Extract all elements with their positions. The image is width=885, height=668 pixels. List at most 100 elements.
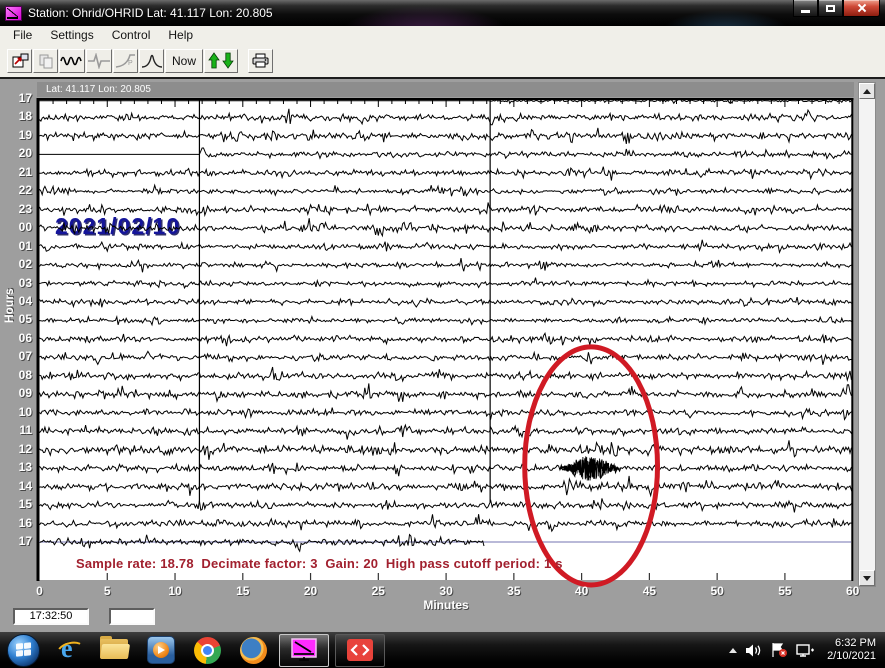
minute-tick-label: 45	[634, 584, 664, 598]
green-up-arrow-icon	[208, 52, 220, 69]
seismograph-app-icon	[291, 638, 317, 662]
minute-tick-label: 40	[567, 584, 597, 598]
volume-icon[interactable]	[745, 643, 762, 658]
copy-button[interactable]	[33, 49, 58, 73]
waveform-button[interactable]	[59, 49, 85, 73]
hour-tick-label: 16	[2, 516, 32, 530]
svg-text:P: P	[128, 60, 133, 67]
hour-tick-label: 00	[2, 220, 32, 234]
scrollbar-up-button[interactable]	[859, 83, 875, 99]
tray-clock[interactable]: 6:32 PM 2/10/2021	[827, 637, 876, 663]
action-center-flag-icon[interactable]	[770, 642, 788, 658]
hour-tick-label: 13	[2, 460, 32, 474]
hour-tick-label: 18	[2, 109, 32, 123]
menu-help[interactable]: Help	[159, 27, 202, 44]
maximize-button[interactable]	[818, 0, 843, 17]
chevron-down-icon	[863, 576, 871, 585]
hour-tick-label: 17	[2, 91, 32, 105]
minute-tick-label: 35	[499, 584, 529, 598]
acquisition-info-text: Sample rate: 18.78 Decimate factor: 3 Ga…	[76, 556, 563, 571]
print-button[interactable]	[248, 49, 273, 73]
folder-icon	[100, 639, 130, 661]
chevron-up-icon	[863, 85, 871, 94]
close-button[interactable]	[843, 0, 880, 17]
hour-tick-label: 10	[2, 405, 32, 419]
taskbar-internet-explorer[interactable]: e	[48, 633, 90, 667]
close-icon	[857, 3, 867, 13]
network-icon[interactable]	[796, 643, 815, 658]
minute-tick-label: 55	[770, 584, 800, 598]
hour-tick-label: 14	[2, 479, 32, 493]
open-file-icon	[11, 53, 29, 69]
title-bar[interactable]: Station: Ohrid/OHRID Lat: 41.117 Lon: 20…	[0, 0, 885, 26]
vertical-scrollbar[interactable]	[858, 82, 876, 587]
taskbar-media-player[interactable]	[140, 633, 182, 667]
minute-tick-label: 20	[296, 584, 326, 598]
minute-tick-label: 0	[25, 584, 55, 598]
scroll-updown-button[interactable]	[204, 49, 238, 73]
minute-tick-label: 10	[160, 584, 190, 598]
printer-icon	[251, 53, 270, 69]
hour-tick-label: 17	[2, 534, 32, 548]
minute-tick-label: 30	[431, 584, 461, 598]
menu-bar: File Settings Control Help	[0, 26, 885, 44]
hour-tick-label: 15	[2, 497, 32, 511]
hour-tick-label: 21	[2, 165, 32, 179]
window-title: Station: Ohrid/OHRID Lat: 41.117 Lon: 20…	[28, 6, 273, 20]
taskbar-chrome[interactable]	[186, 633, 228, 667]
chrome-icon	[194, 637, 221, 664]
toolbar: P Now	[0, 44, 885, 79]
now-button[interactable]: Now	[165, 49, 203, 73]
minimize-icon	[801, 10, 810, 13]
spectrum-icon	[141, 53, 163, 69]
menu-settings[interactable]: Settings	[41, 27, 102, 44]
filter-response-button[interactable]: P	[113, 49, 138, 73]
menu-control[interactable]: Control	[103, 27, 160, 44]
hour-tick-label: 23	[2, 202, 32, 216]
tray-time: 6:32 PM	[827, 637, 876, 650]
waveform-filtered-icon	[87, 53, 111, 69]
taskbar: e	[0, 632, 885, 668]
helicorder-plot[interactable]: 2021/02/102021/02/10	[0, 79, 885, 632]
minute-tick-label: 15	[228, 584, 258, 598]
minimize-button[interactable]	[793, 0, 818, 17]
copy-icon	[38, 53, 54, 69]
app-window: Station: Ohrid/OHRID Lat: 41.117 Lon: 20…	[0, 0, 885, 632]
hour-tick-label: 02	[2, 257, 32, 271]
minute-tick-label: 50	[702, 584, 732, 598]
hour-tick-label: 20	[2, 146, 32, 160]
start-button[interactable]	[2, 633, 44, 667]
scrollbar-down-button[interactable]	[859, 570, 875, 586]
hour-tick-label: 09	[2, 386, 32, 400]
hours-axis-label: Hours	[2, 288, 16, 323]
green-down-arrow-icon	[222, 52, 234, 69]
date-label: 2021/02/10	[55, 213, 180, 239]
tray-date: 2/10/2021	[827, 650, 876, 663]
menu-file[interactable]: File	[4, 27, 41, 44]
waveform-filtered-button[interactable]	[86, 49, 112, 73]
open-file-button[interactable]	[7, 49, 32, 73]
taskbar-file-explorer[interactable]	[94, 633, 136, 667]
start-time-field[interactable]: 17:32:50	[13, 608, 89, 625]
app-icon	[5, 6, 22, 21]
waveform-icon	[60, 53, 84, 69]
taskbar-firefox[interactable]	[232, 633, 274, 667]
maximize-icon	[826, 5, 835, 12]
minutes-axis-label: Minutes	[391, 598, 501, 612]
hour-tick-label: 12	[2, 442, 32, 456]
hidden-icons-button[interactable]	[729, 644, 737, 653]
system-tray: 6:32 PM 2/10/2021	[729, 632, 885, 668]
blank-field[interactable]	[109, 608, 155, 625]
filter-response-icon: P	[115, 53, 137, 69]
firefox-icon	[240, 637, 267, 664]
spectrum-button[interactable]	[139, 49, 164, 73]
internet-explorer-icon: e	[55, 636, 83, 664]
taskbar-anydesk[interactable]	[335, 634, 385, 667]
hour-tick-label: 22	[2, 183, 32, 197]
media-player-icon	[147, 636, 175, 664]
taskbar-seismograph-app-active[interactable]	[279, 634, 329, 667]
anydesk-icon	[345, 638, 375, 662]
hour-tick-label: 11	[2, 423, 32, 437]
minute-tick-label: 5	[92, 584, 122, 598]
minute-tick-label: 25	[363, 584, 393, 598]
